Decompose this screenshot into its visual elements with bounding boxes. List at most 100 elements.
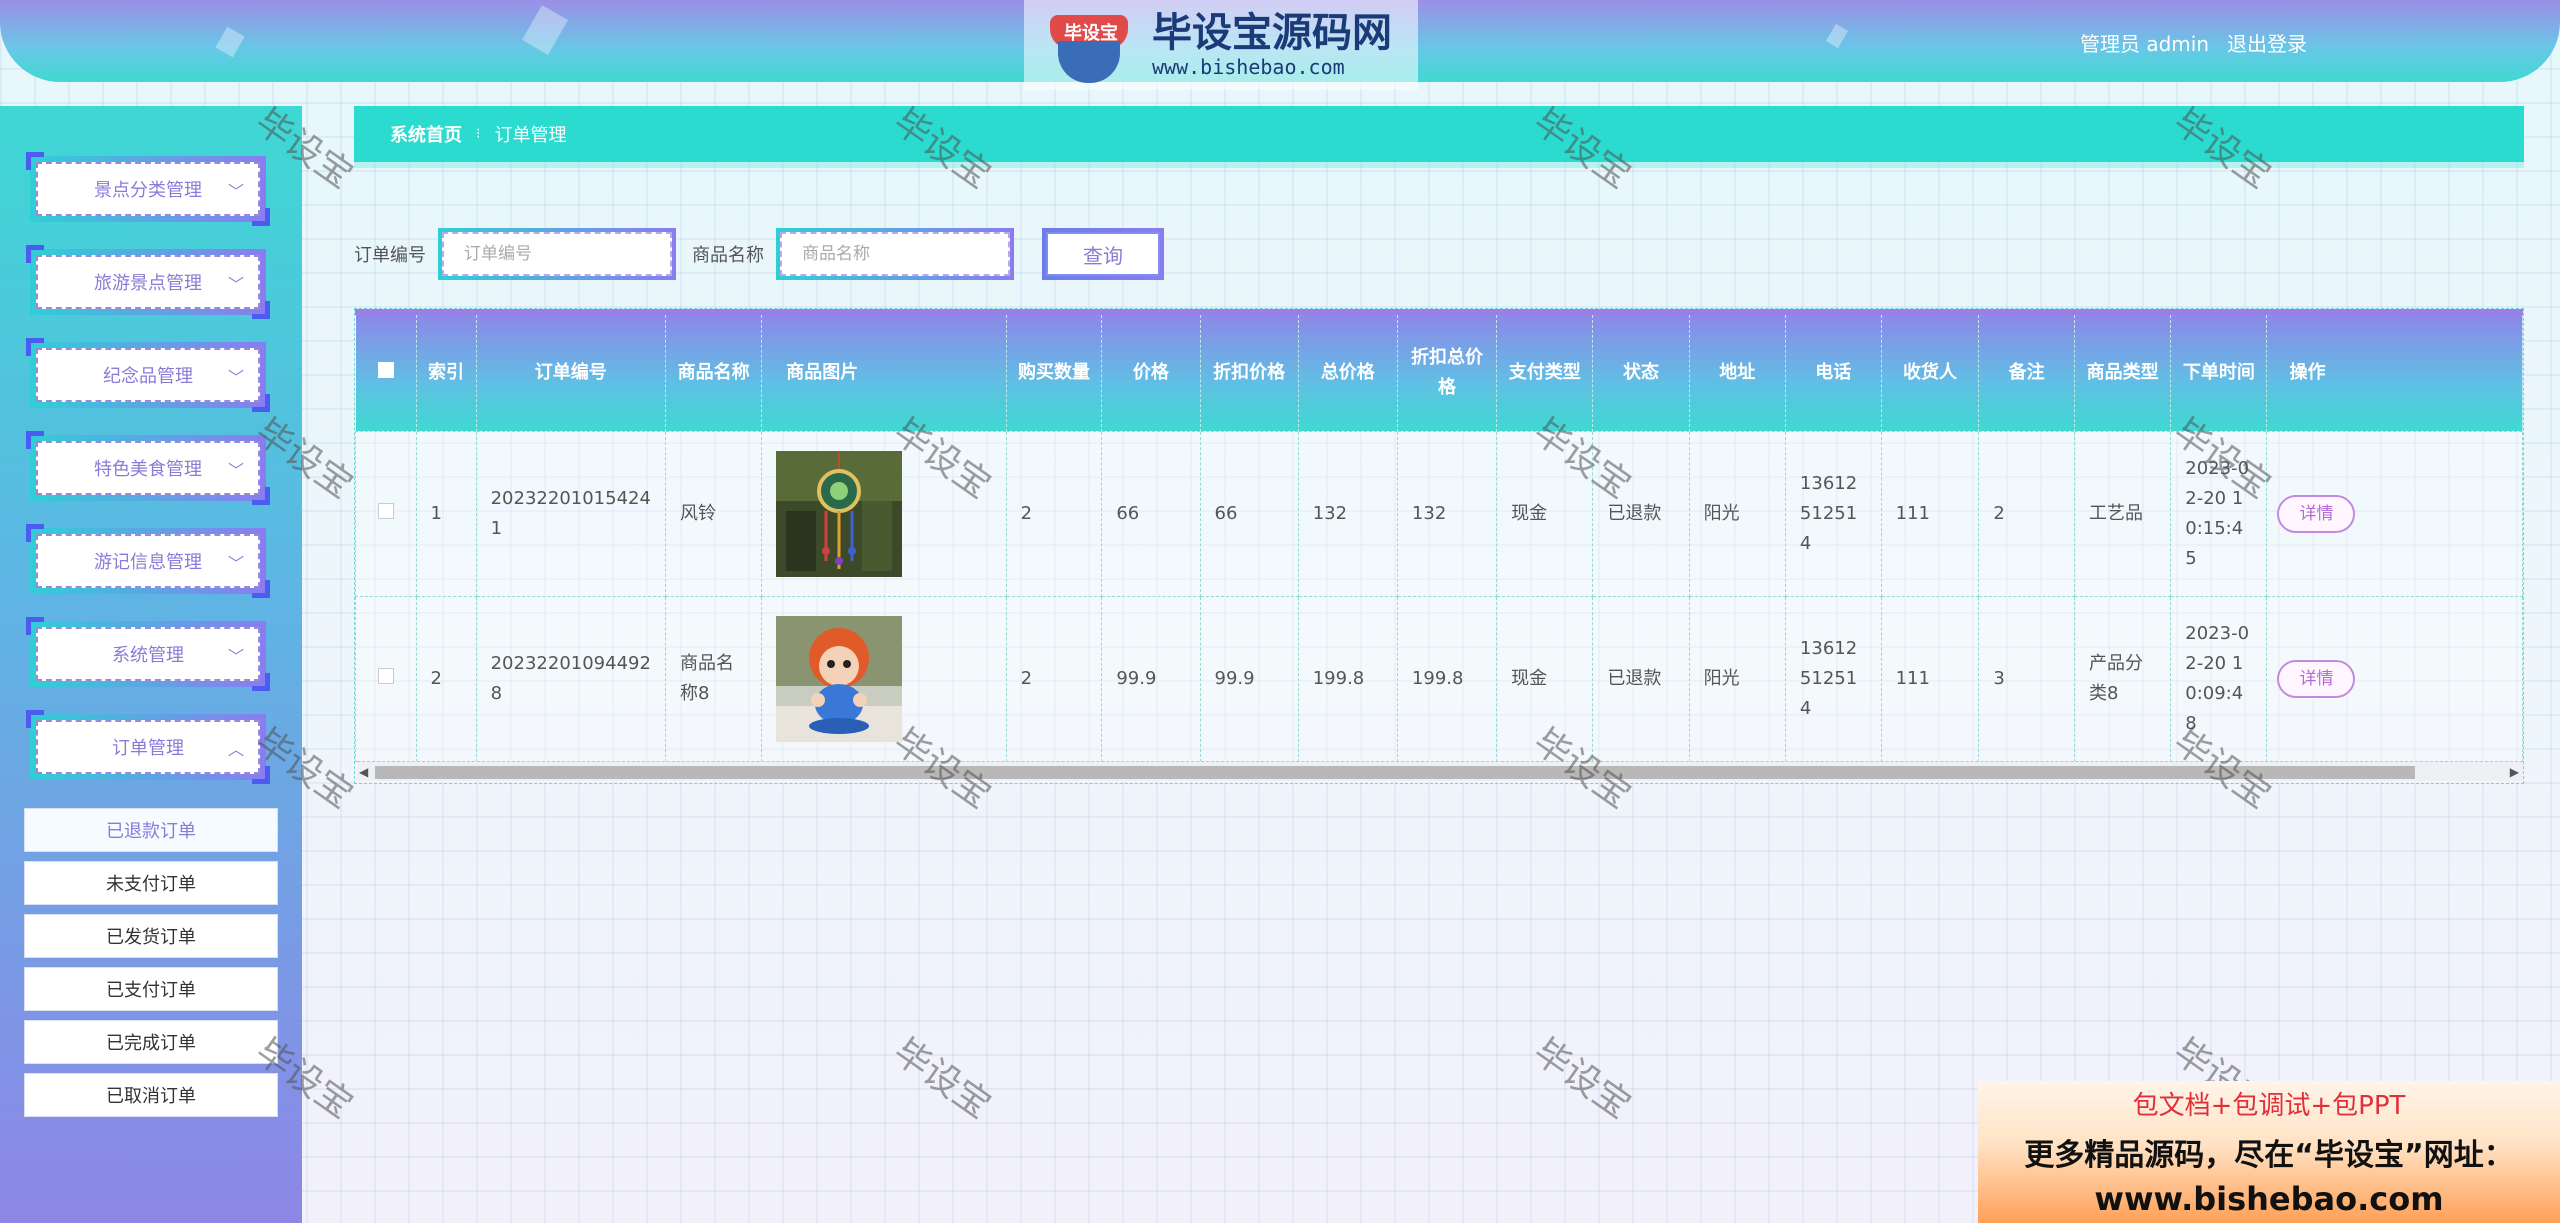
col-header: 电话 [1785, 315, 1882, 431]
cell-time: 2023-02-20 10:15:45 [2170, 430, 2268, 597]
cell-price: 66 [1101, 430, 1201, 597]
col-header: 订单编号 [476, 315, 666, 431]
cell-order-no: 20232201015424 1 [475, 430, 666, 597]
cell-phone: 13612512514 [1784, 595, 1882, 762]
cell-status: 已退款 [1592, 595, 1690, 762]
col-header: 操作 [2266, 315, 2523, 431]
order-no-input[interactable] [442, 232, 672, 276]
col-header: 地址 [1689, 315, 1786, 431]
sidebar-item-label: 系统管理 [112, 645, 184, 666]
cell-pay-type: 现金 [1496, 430, 1594, 597]
detail-button[interactable]: 详情 [2277, 659, 2356, 698]
sidebar-item-system[interactable]: 系统管理 ﹀ [26, 617, 270, 691]
cell-index: 1 [415, 430, 477, 597]
breadcrumb-current: 订单管理 [494, 125, 567, 146]
watermark: 毕设宝 [1526, 1031, 1638, 1127]
cell-address: 阳光 [1688, 595, 1786, 762]
row-checkbox[interactable] [377, 502, 394, 519]
cell-total: 132 [1297, 430, 1398, 597]
cell-phone: 13612512514 [1784, 430, 1882, 597]
sidebar-item-label: 旅游景点管理 [94, 273, 202, 294]
orders-table: 索引 订单编号 商品名称 商品图片 购买数量 价格 折扣价格 总价格 折扣总价格… [354, 308, 2524, 784]
cell-category: 产品分类8 [2073, 595, 2172, 762]
submenu-shipped-orders[interactable]: 已发货订单 [24, 914, 278, 958]
sidebar-item-orders[interactable]: 订单管理 ︿ [26, 710, 270, 784]
col-header: 折扣总价格 [1397, 315, 1498, 431]
product-image-windchime [776, 450, 903, 577]
cell-qty: 2 [1005, 430, 1103, 597]
watermark: 毕设宝 [886, 1031, 998, 1127]
sidebar-item-scenic-category[interactable]: 景点分类管理 ﹀ [26, 152, 270, 226]
cell-pay-type: 现金 [1496, 595, 1594, 762]
col-header: 支付类型 [1496, 315, 1594, 431]
cell-total: 199.8 [1297, 595, 1398, 762]
scroll-left-icon[interactable]: ◀ [359, 765, 368, 779]
sidebar-item-label: 特色美食管理 [94, 459, 202, 480]
product-name-label: 商品名称 [692, 245, 764, 266]
sidebar-item-travelogue[interactable]: 游记信息管理 ﹀ [26, 524, 270, 598]
cell-time: 2023-02-20 10:09:48 [2170, 595, 2268, 762]
col-header: 折扣价格 [1200, 315, 1299, 431]
chevron-down-icon: ﹀ [227, 368, 244, 387]
breadcrumb-home[interactable]: 系统首页 [390, 121, 462, 147]
chevron-down-icon: ﹀ [227, 182, 244, 201]
cell-receiver: 111 [1880, 595, 1980, 762]
logo-url: www.bishebao.com [1152, 55, 1345, 79]
col-header: 备注 [1978, 315, 2075, 431]
col-header: 商品名称 [665, 315, 763, 431]
sidebar-item-label: 纪念品管理 [103, 366, 193, 387]
product-name-input[interactable] [780, 232, 1010, 276]
submenu-cancelled-orders[interactable]: 已取消订单 [24, 1073, 278, 1117]
logout-button[interactable]: 退出登录 [2227, 28, 2307, 57]
col-header: 商品类型 [2074, 315, 2172, 431]
submenu-completed-orders[interactable]: 已完成订单 [24, 1020, 278, 1064]
promo-line-1: 包文档+包调试+包PPT [2132, 1091, 2406, 1121]
cell-order-no: 20232201094492 8 [475, 595, 666, 762]
sidebar-item-food[interactable]: 特色美食管理 ﹀ [26, 431, 270, 505]
submenu-paid-orders[interactable]: 已支付订单 [24, 967, 278, 1011]
scroll-right-icon[interactable]: ▶ [2510, 765, 2519, 779]
col-header: 索引 [416, 315, 477, 431]
search-bar: 订单编号 商品名称 查询 [354, 228, 1164, 280]
cell-receiver: 111 [1880, 430, 1980, 597]
cell-category: 工艺品 [2073, 430, 2172, 597]
col-header: 购买数量 [1006, 315, 1103, 431]
admin-label: 管理员 admin [2080, 32, 2210, 56]
decor-shape [1825, 23, 1849, 49]
site-logo: 毕设宝 毕设宝源码网 www.bishebao.com [1024, 0, 1418, 90]
sidebar-item-scenic-spot[interactable]: 旅游景点管理 ﹀ [26, 245, 270, 319]
cell-discount-total: 132 [1396, 430, 1498, 597]
scroll-thumb[interactable] [375, 766, 2415, 779]
breadcrumb: 系统首页 ⁝ 订单管理 [354, 106, 2524, 162]
cell-name: 商品名称8 [664, 595, 763, 762]
sidebar-item-label: 景点分类管理 [94, 180, 202, 201]
admin-area: 管理员 admin 退出登录 [2080, 28, 2307, 57]
table-header-row: 索引 订单编号 商品名称 商品图片 购买数量 价格 折扣价格 总价格 折扣总价格… [355, 315, 2523, 431]
submenu-unpaid-orders[interactable]: 未支付订单 [24, 861, 278, 905]
detail-button[interactable]: 详情 [2277, 494, 2356, 533]
chevron-down-icon: ﹀ [227, 275, 244, 294]
product-image-plush-toy [776, 615, 903, 742]
breadcrumb-separator-icon: ⁝ [476, 126, 481, 142]
horizontal-scrollbar[interactable]: ◀ ▶ [357, 761, 2523, 781]
logo-name: 毕设宝源码网 [1152, 10, 1392, 56]
cell-discount-total: 199.8 [1396, 595, 1498, 762]
sidebar: 景点分类管理 ﹀ 旅游景点管理 ﹀ 纪念品管理 ﹀ 特色美食管理 ﹀ 游记信息管理 ﹀ 系… [0, 106, 302, 1223]
submenu-refunded-orders[interactable]: 已退款订单 [24, 808, 278, 852]
table-row: 1 20232201015424 1 风铃 2 66 66 132 132 现金… [355, 430, 2523, 597]
logo-icon: 毕设宝 [1036, 5, 1146, 85]
cell-name: 风铃 [664, 430, 763, 597]
select-all-checkbox[interactable] [377, 361, 394, 378]
col-header: 下单时间 [2170, 315, 2268, 431]
chevron-down-icon: ﹀ [227, 554, 244, 573]
sidebar-item-label: 订单管理 [112, 738, 184, 759]
chevron-down-icon: ﹀ [227, 461, 244, 480]
sidebar-item-souvenir[interactable]: 纪念品管理 ﹀ [26, 338, 270, 412]
row-checkbox[interactable] [377, 667, 394, 684]
query-button[interactable]: 查询 [1046, 232, 1160, 276]
table-row: 2 20232201094492 8 商品名称8 2 99.9 99.9 199… [355, 595, 2523, 762]
cell-index: 2 [415, 595, 477, 762]
cell-discount-price: 66 [1199, 430, 1299, 597]
promo-line-2: 更多精品源码，尽在“毕设宝”网址： [2024, 1138, 2514, 1173]
cell-qty: 2 [1005, 595, 1103, 762]
